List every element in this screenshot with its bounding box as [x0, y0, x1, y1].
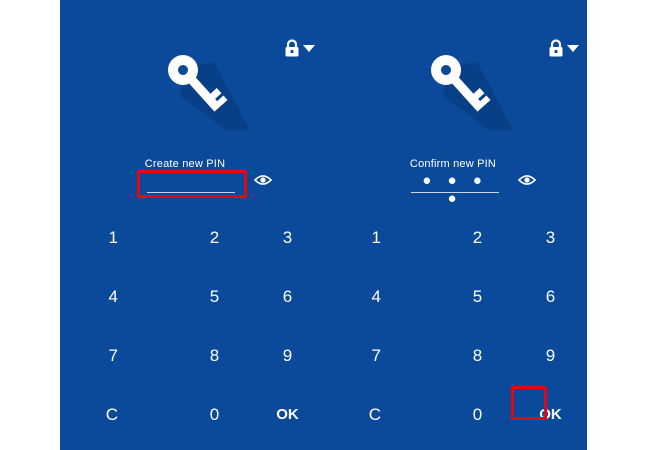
pin-input-highlight — [137, 170, 247, 198]
key-3[interactable]: 3 — [514, 208, 587, 267]
key-2[interactable]: 2 — [441, 208, 514, 267]
key-4[interactable]: 4 — [323, 267, 441, 326]
create-pin-screen: Create new PIN 1 2 3 4 5 6 7 8 9 C 0 OK — [60, 0, 324, 450]
key-icon — [431, 55, 513, 130]
key-5[interactable]: 5 — [178, 267, 251, 326]
key-3[interactable]: 3 — [251, 208, 324, 267]
key-4[interactable]: 4 — [60, 267, 178, 326]
key-icon — [168, 55, 250, 130]
key-clear[interactable]: C — [60, 385, 178, 444]
key-1[interactable]: 1 — [60, 208, 178, 267]
key-1[interactable]: 1 — [323, 208, 441, 267]
key-ok[interactable]: OK — [251, 385, 324, 444]
key-7[interactable]: 7 — [323, 326, 441, 385]
confirm-pin-screen: Confirm new PIN ● ● ● ● 1 2 3 4 5 6 7 8 … — [323, 0, 587, 450]
pin-label: Confirm new PIN — [409, 158, 497, 170]
eye-icon[interactable] — [254, 174, 272, 186]
key-6[interactable]: 6 — [251, 267, 324, 326]
key-5[interactable]: 5 — [441, 267, 514, 326]
key-6[interactable]: 6 — [514, 267, 587, 326]
eye-icon[interactable] — [518, 174, 536, 186]
key-0[interactable]: 0 — [441, 385, 514, 444]
keypad: 1 2 3 4 5 6 7 8 9 C 0 OK — [60, 208, 324, 444]
key-8[interactable]: 8 — [178, 326, 251, 385]
key-2[interactable]: 2 — [178, 208, 251, 267]
key-7[interactable]: 7 — [60, 326, 178, 385]
key-9[interactable]: 9 — [514, 326, 587, 385]
pin-input[interactable]: ● ● ● ● — [411, 172, 499, 207]
pin-label: Create new PIN — [144, 158, 226, 170]
key-8[interactable]: 8 — [441, 326, 514, 385]
key-0[interactable]: 0 — [178, 385, 251, 444]
keypad: 1 2 3 4 5 6 7 8 9 C 0 OK — [323, 208, 587, 444]
key-9[interactable]: 9 — [251, 326, 324, 385]
ok-button-highlight — [511, 386, 547, 420]
key-clear[interactable]: C — [323, 385, 441, 444]
